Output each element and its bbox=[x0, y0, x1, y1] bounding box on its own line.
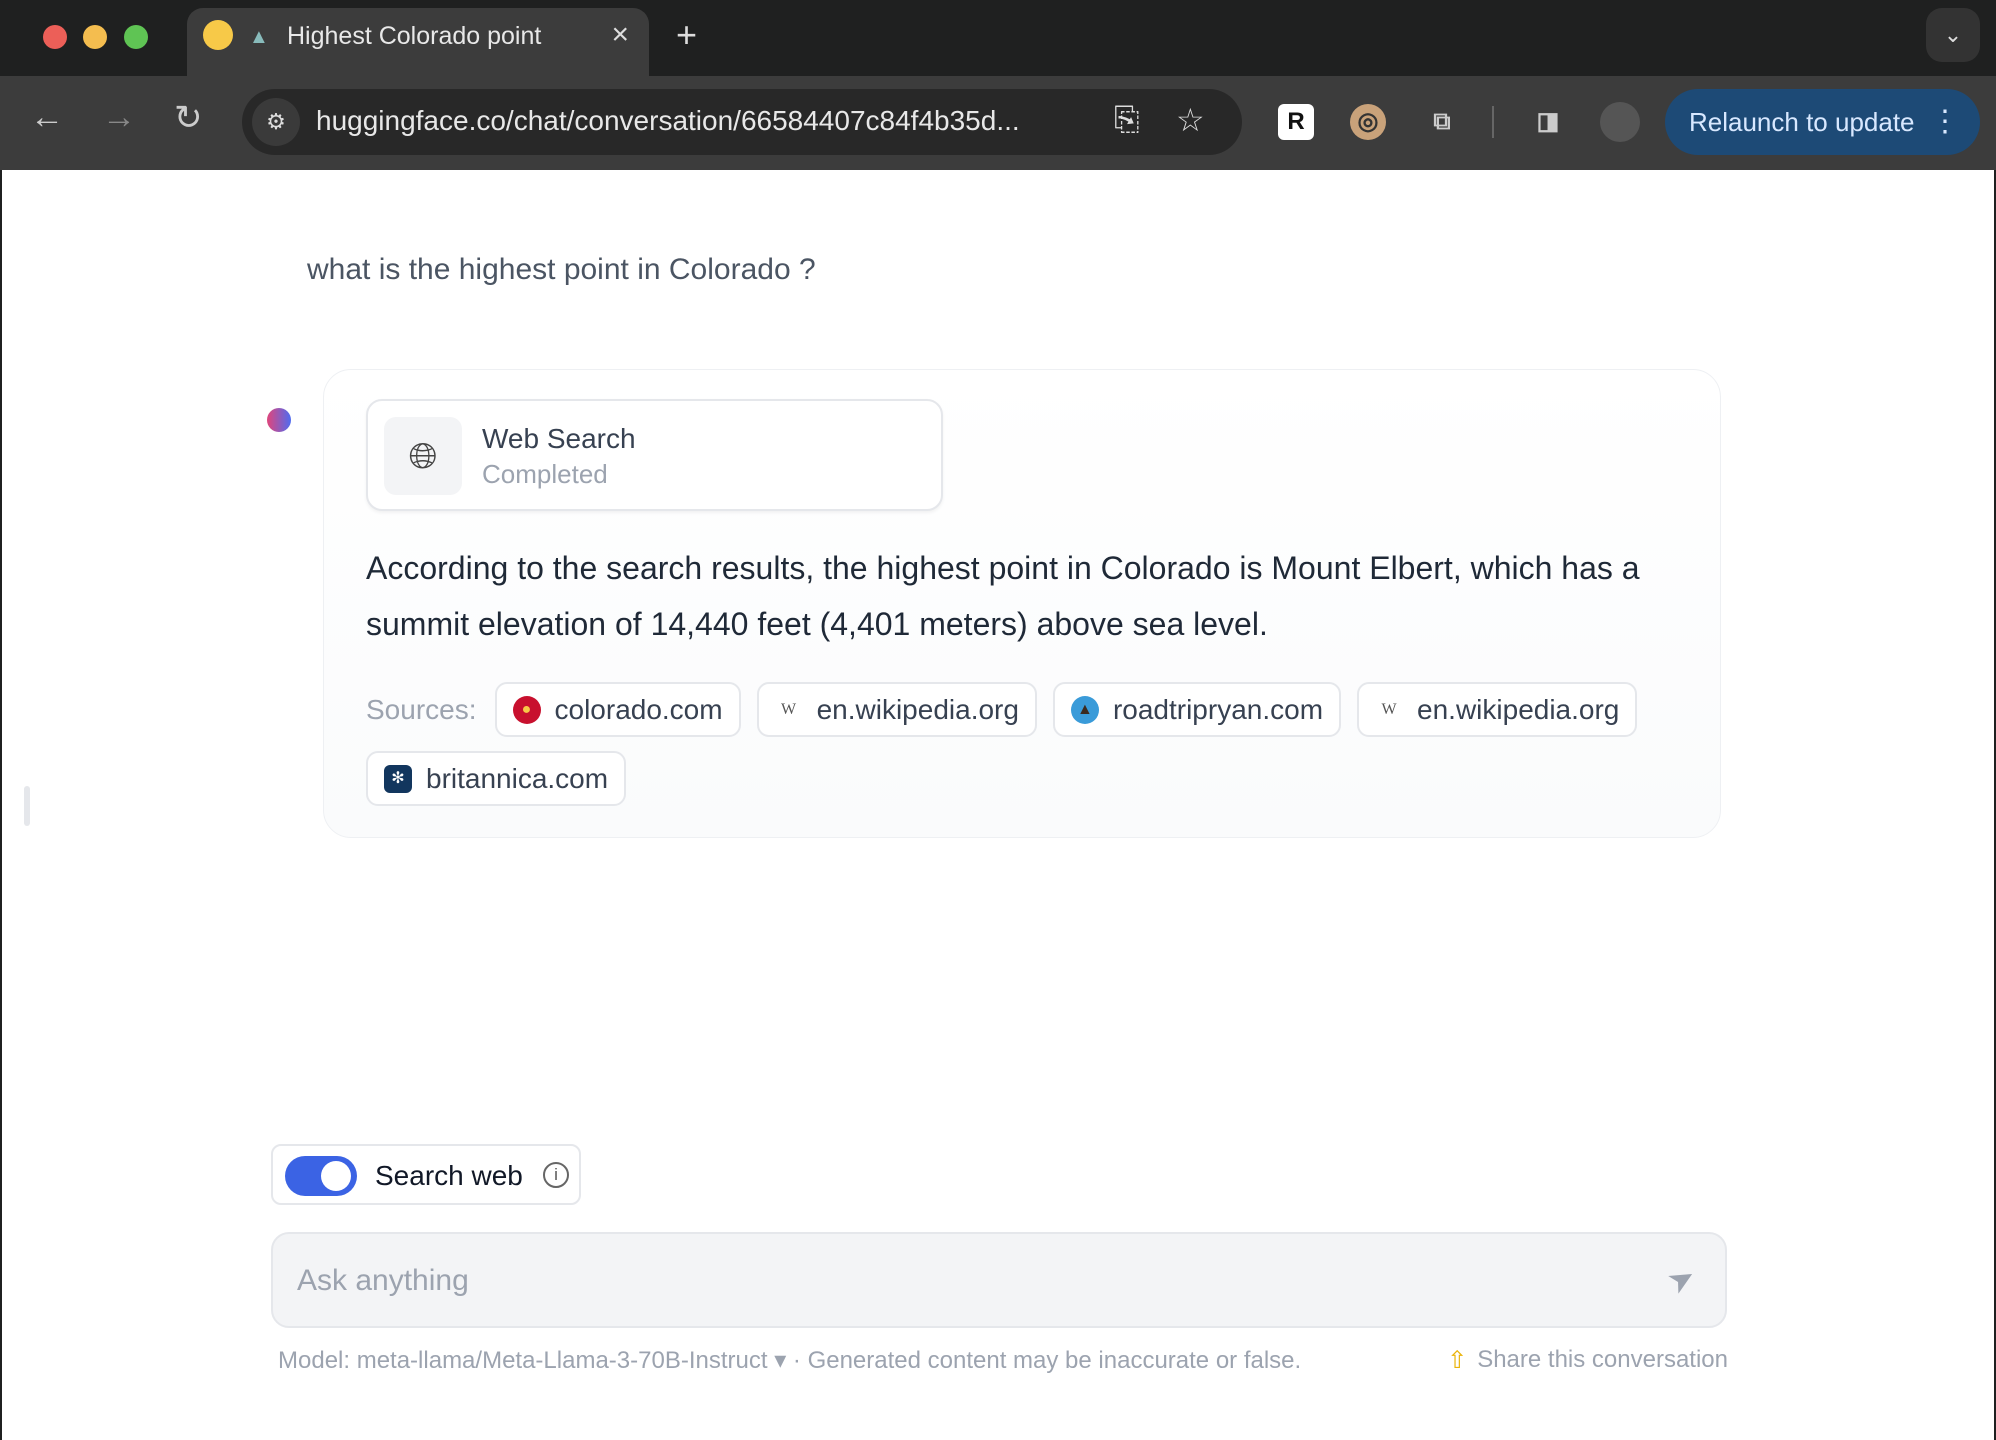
info-icon[interactable]: i bbox=[543, 1162, 569, 1188]
share-icon: ⇧ bbox=[1447, 1347, 1468, 1374]
address-bar[interactable]: ⚙ huggingface.co/chat/conversation/66584… bbox=[242, 89, 1242, 155]
sources-label: Sources: bbox=[366, 693, 477, 725]
user-message: what is the highest point in Colorado ? bbox=[307, 253, 816, 286]
tab-title: Highest Colorado point bbox=[287, 22, 542, 50]
source-label: en.wikipedia.org bbox=[1417, 693, 1620, 725]
wikipedia-icon: W bbox=[1381, 700, 1397, 718]
extension-r-icon[interactable]: R bbox=[1278, 104, 1314, 140]
search-web-label: Search web bbox=[375, 1160, 523, 1191]
assistant-avatar bbox=[267, 408, 291, 432]
back-button[interactable]: ← bbox=[30, 98, 64, 137]
browser-toolbar: ← → ↻ ⚙ huggingface.co/chat/conversation… bbox=[0, 76, 1996, 170]
bookmark-star-icon[interactable]: ☆ bbox=[1176, 101, 1205, 139]
search-web-toggle-container: Search web i bbox=[271, 1144, 581, 1205]
wikipedia-icon: W bbox=[781, 700, 797, 718]
source-link[interactable]: Wen.wikipedia.org bbox=[1357, 682, 1638, 737]
toolbar-divider bbox=[1492, 106, 1494, 138]
web-search-status[interactable]: 🌐︎ Web Search Completed bbox=[366, 399, 943, 511]
chat-input-box: ➤ bbox=[271, 1232, 1727, 1328]
close-window-button[interactable] bbox=[43, 25, 67, 49]
globe-icon: 🌐︎ bbox=[384, 417, 462, 495]
tab-search-button[interactable]: ⌄ bbox=[1926, 8, 1980, 62]
tab-bar: ▲ Highest Colorado point × + ⌄ bbox=[0, 0, 1996, 76]
thistle-icon: ✻ bbox=[384, 764, 412, 793]
menu-kebab-icon[interactable]: ⋮ bbox=[1930, 89, 1960, 155]
disclaimer: · Generated content may be inaccurate or… bbox=[792, 1347, 1302, 1374]
forward-button[interactable]: → bbox=[102, 98, 136, 137]
answer-text: According to the search results, the hig… bbox=[366, 550, 1640, 642]
send-icon[interactable]: ➤ bbox=[1660, 1256, 1702, 1302]
search-web-toggle[interactable] bbox=[285, 1156, 357, 1196]
source-link[interactable]: ● colorado.com bbox=[494, 682, 741, 737]
share-label: Share this conversation bbox=[1477, 1346, 1728, 1373]
caret-down-icon[interactable]: ▾ bbox=[774, 1347, 786, 1374]
chat-page: what is the highest point in Colorado ? … bbox=[2, 170, 1994, 1440]
mountain-icon: ▲ bbox=[249, 26, 269, 48]
tool-name: Web Search bbox=[482, 423, 636, 454]
new-tab-button[interactable]: + bbox=[676, 14, 697, 56]
share-conversation-button[interactable]: ⇧ Share this conversation bbox=[1447, 1346, 1728, 1375]
extension-glasses-icon[interactable]: ◎ bbox=[1350, 104, 1386, 140]
side-panel-icon[interactable]: ◨ bbox=[1530, 104, 1566, 140]
reload-button[interactable]: ↻ bbox=[174, 98, 203, 138]
model-selector[interactable]: Model: meta-llama/Meta-Llama-3-70B-Instr… bbox=[278, 1347, 768, 1374]
huggingface-icon bbox=[203, 20, 233, 50]
sources-list: Sources: ● colorado.com Wen.wikipedia.org… bbox=[366, 682, 1706, 806]
mountain-icon: ▲ bbox=[1070, 695, 1099, 724]
tool-status: Completed bbox=[482, 459, 608, 489]
chat-input[interactable] bbox=[297, 1258, 1597, 1304]
footer: Model: meta-llama/Meta-Llama-3-70B-Instr… bbox=[278, 1346, 1728, 1375]
relaunch-button[interactable]: Relaunch to update ⋮ bbox=[1665, 89, 1980, 155]
zoom-window-button[interactable] bbox=[124, 25, 148, 49]
source-label: britannica.com bbox=[426, 762, 609, 794]
minimize-window-button[interactable] bbox=[83, 25, 107, 49]
url-text[interactable]: huggingface.co/chat/conversation/6658440… bbox=[316, 105, 1020, 137]
close-tab-icon[interactable]: × bbox=[611, 18, 629, 52]
colorado-flag-icon: ● bbox=[512, 695, 541, 724]
toggle-knob bbox=[321, 1161, 351, 1191]
source-link[interactable]: ▲ roadtripryan.com bbox=[1052, 682, 1342, 737]
source-link[interactable]: ✻ britannica.com bbox=[366, 751, 627, 806]
source-label: en.wikipedia.org bbox=[816, 693, 1019, 725]
profile-avatar[interactable] bbox=[1600, 102, 1640, 142]
source-link[interactable]: Wen.wikipedia.org bbox=[756, 682, 1037, 737]
tab-active[interactable]: ▲ Highest Colorado point × bbox=[187, 8, 649, 76]
install-icon[interactable]: ⎘ bbox=[1114, 101, 1140, 139]
extensions-puzzle-icon[interactable]: ⧉ bbox=[1424, 104, 1460, 140]
sidebar-toggle-handle[interactable] bbox=[24, 786, 30, 826]
source-label: colorado.com bbox=[554, 693, 723, 725]
source-label: roadtripryan.com bbox=[1112, 693, 1324, 725]
site-settings-icon[interactable]: ⚙ bbox=[252, 98, 300, 146]
assistant-message: 🌐︎ Web Search Completed According to the… bbox=[323, 369, 1721, 838]
relaunch-label: Relaunch to update bbox=[1689, 107, 1915, 137]
